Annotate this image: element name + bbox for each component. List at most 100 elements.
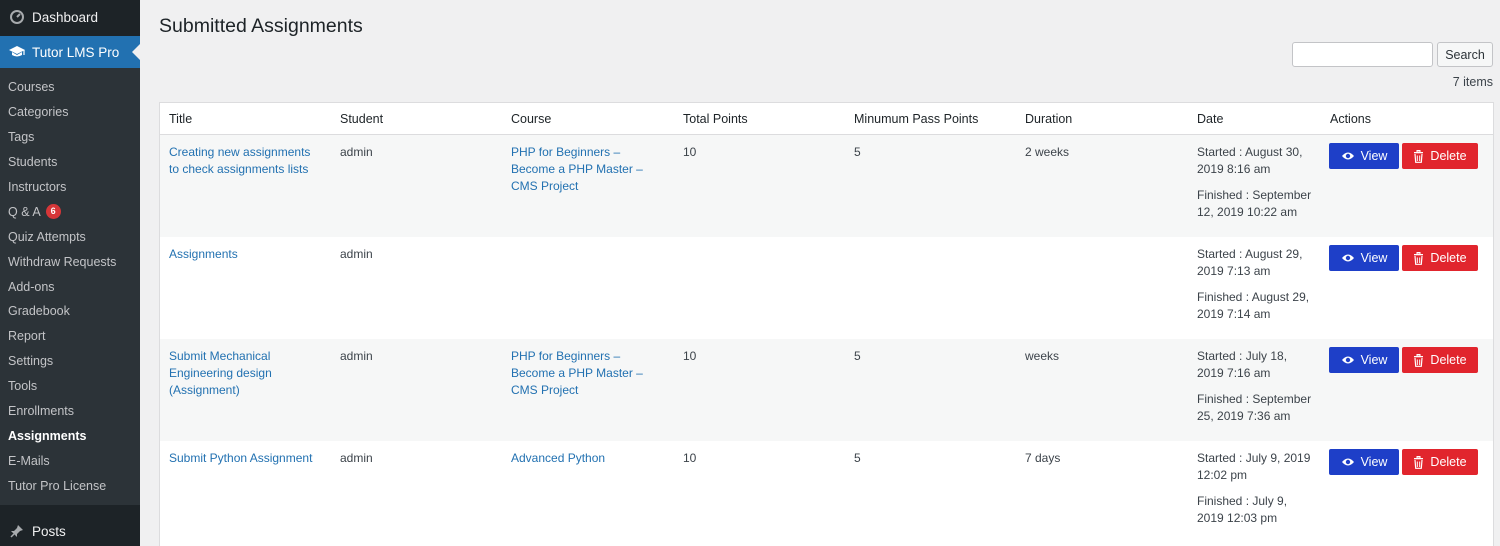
row-actions: View Delete — [1329, 143, 1478, 169]
sidebar-item-tools[interactable]: Tools — [0, 374, 140, 399]
page-title: Submitted Assignments — [159, 15, 363, 37]
delete-label: Delete — [1430, 149, 1467, 163]
sidebar-item-label: Add-ons — [8, 279, 55, 294]
sidebar-item-label: Tags — [8, 130, 35, 145]
sidebar-item-label: E-Mails — [8, 453, 50, 468]
row-actions: View Delete — [1329, 347, 1478, 373]
course-link[interactable]: PHP for Beginners – Become a PHP Master … — [511, 348, 651, 399]
view-label: View — [1360, 353, 1388, 367]
assignment-title-link[interactable]: Submit Python Assignment — [169, 450, 319, 467]
delete-button[interactable]: Delete — [1402, 143, 1478, 169]
date-cell: Started : August 29, 2019 7:13 am Finishe… — [1197, 246, 1317, 323]
sidebar-item-q-a[interactable]: Q & A 6 — [0, 199, 140, 224]
eye-icon — [1341, 151, 1355, 161]
view-label: View — [1360, 149, 1388, 163]
menu-posts-label: Posts — [32, 523, 66, 539]
total-points-cell: 10 — [683, 451, 697, 465]
count-badge: 6 — [45, 204, 61, 220]
delete-label: Delete — [1430, 455, 1467, 469]
menu-dashboard[interactable]: Dashboard — [0, 0, 140, 34]
finished-date: Finished : July 9, 2019 12:03 pm — [1197, 494, 1288, 525]
finished-date: Finished : September 12, 2019 10:22 am — [1197, 188, 1312, 219]
row-actions: View Delete — [1329, 449, 1478, 475]
date-cell: Started : July 9, 2019 12:02 pm Finished … — [1197, 450, 1317, 527]
sidebar-item-label: Q & A — [8, 204, 41, 219]
menu-tutor-lms-pro[interactable]: Tutor LMS Pro — [0, 36, 140, 68]
header-course: Course — [511, 112, 552, 126]
view-button[interactable]: View — [1329, 449, 1399, 475]
sidebar-item-assignments[interactable]: Assignments — [0, 423, 140, 448]
sidebar-item-label: Tutor Pro License — [8, 478, 107, 493]
view-button[interactable]: View — [1329, 347, 1399, 373]
sidebar-item-quiz-attempts[interactable]: Quiz Attempts — [0, 224, 140, 249]
sidebar-item-settings[interactable]: Settings — [0, 349, 140, 374]
sidebar-item-courses[interactable]: Courses — [0, 75, 140, 100]
table-row: Creating new assignments to check assign… — [160, 135, 1493, 237]
menu-posts[interactable]: Posts — [0, 514, 140, 546]
assignment-title-link[interactable]: Assignments — [169, 246, 319, 263]
sidebar-item-report[interactable]: Report — [0, 324, 140, 349]
sidebar-item-tags[interactable]: Tags — [0, 125, 140, 150]
header-actions: Actions — [1330, 112, 1371, 126]
started-date: Started : August 30, 2019 8:16 am — [1197, 145, 1303, 176]
sidebar-item-label: Gradebook — [8, 304, 70, 319]
trash-icon — [1413, 353, 1424, 367]
main-content: Submitted Assignments Search 7 items Tit… — [140, 0, 1500, 546]
date-cell: Started : July 18, 2019 7:16 am Finished … — [1197, 348, 1317, 425]
trash-icon — [1413, 455, 1424, 469]
sidebar-item-label: Quiz Attempts — [8, 229, 86, 244]
assignments-table: Title Student Course Total Points Minumu… — [159, 102, 1494, 546]
delete-label: Delete — [1430, 353, 1467, 367]
sidebar-item-add-ons[interactable]: Add-ons — [0, 274, 140, 299]
sidebar-item-students[interactable]: Students — [0, 150, 140, 175]
sidebar-item-label: Settings — [8, 354, 54, 369]
header-title: Title — [169, 112, 193, 126]
assignment-title-link[interactable]: Submit Mechanical Engineering design (As… — [169, 348, 319, 399]
date-cell: Started : August 30, 2019 8:16 am Finishe… — [1197, 144, 1317, 221]
view-button[interactable]: View — [1329, 245, 1399, 271]
search-button[interactable]: Search — [1437, 42, 1493, 67]
sidebar-item-label: Categories — [8, 105, 69, 120]
sidebar-item-gradebook[interactable]: Gradebook — [0, 299, 140, 324]
sidebar-item-label: Students — [8, 155, 58, 170]
sidebar-item-instructors[interactable]: Instructors — [0, 175, 140, 200]
student-cell: admin — [340, 247, 373, 261]
tutor-submenu: Courses Categories Tags Students Instructors… — [0, 68, 140, 506]
pass-points-cell: 5 — [854, 451, 861, 465]
course-link[interactable]: PHP for Beginners – Become a PHP Master … — [511, 144, 651, 195]
delete-button[interactable]: Delete — [1402, 245, 1478, 271]
header-student: Student — [340, 112, 384, 126]
sidebar-item-enrollments[interactable]: Enrollments — [0, 399, 140, 424]
row-actions: View Delete — [1329, 245, 1478, 271]
dashboard-icon — [8, 10, 26, 24]
course-link[interactable]: Advanced Python — [511, 450, 651, 467]
student-cell: admin — [340, 145, 373, 159]
sidebar-item-label: Report — [8, 329, 46, 344]
view-button[interactable]: View — [1329, 143, 1399, 169]
menu-tutor-label: Tutor LMS Pro — [32, 44, 120, 60]
duration-cell: 7 days — [1025, 451, 1061, 465]
menu-dashboard-label: Dashboard — [32, 9, 99, 25]
started-date: Started : July 18, 2019 7:16 am — [1197, 349, 1288, 380]
sidebar-item-e-mails[interactable]: E-Mails — [0, 448, 140, 473]
sidebar-item-label: Enrollments — [8, 404, 74, 419]
pass-points-cell: 5 — [854, 145, 861, 159]
duration-cell: 2 weeks — [1025, 145, 1070, 159]
view-label: View — [1360, 251, 1388, 265]
sidebar-item-categories[interactable]: Categories — [0, 100, 140, 125]
assignment-title-link[interactable]: Creating new assignments to check assign… — [169, 144, 319, 178]
delete-button[interactable]: Delete — [1402, 347, 1478, 373]
sidebar-item-tutor-pro-license[interactable]: Tutor Pro License — [0, 473, 140, 498]
sidebar-item-label: Withdraw Requests — [8, 254, 117, 269]
pass-points-cell: 5 — [854, 349, 861, 363]
table-row: Submit Python Assignment admin Advanced Py… — [160, 441, 1493, 543]
sidebar-item-withdraw-requests[interactable]: Withdraw Requests — [0, 249, 140, 274]
admin-sidebar: Dashboard Tutor LMS Pro Courses Categorie… — [0, 0, 140, 546]
eye-icon — [1341, 355, 1355, 365]
sidebar-item-label: Courses — [8, 80, 55, 95]
search-input[interactable] — [1292, 42, 1433, 67]
header-pass-points: Minumum Pass Points — [854, 112, 979, 126]
eye-icon — [1341, 457, 1355, 467]
view-label: View — [1360, 455, 1388, 469]
delete-button[interactable]: Delete — [1402, 449, 1478, 475]
